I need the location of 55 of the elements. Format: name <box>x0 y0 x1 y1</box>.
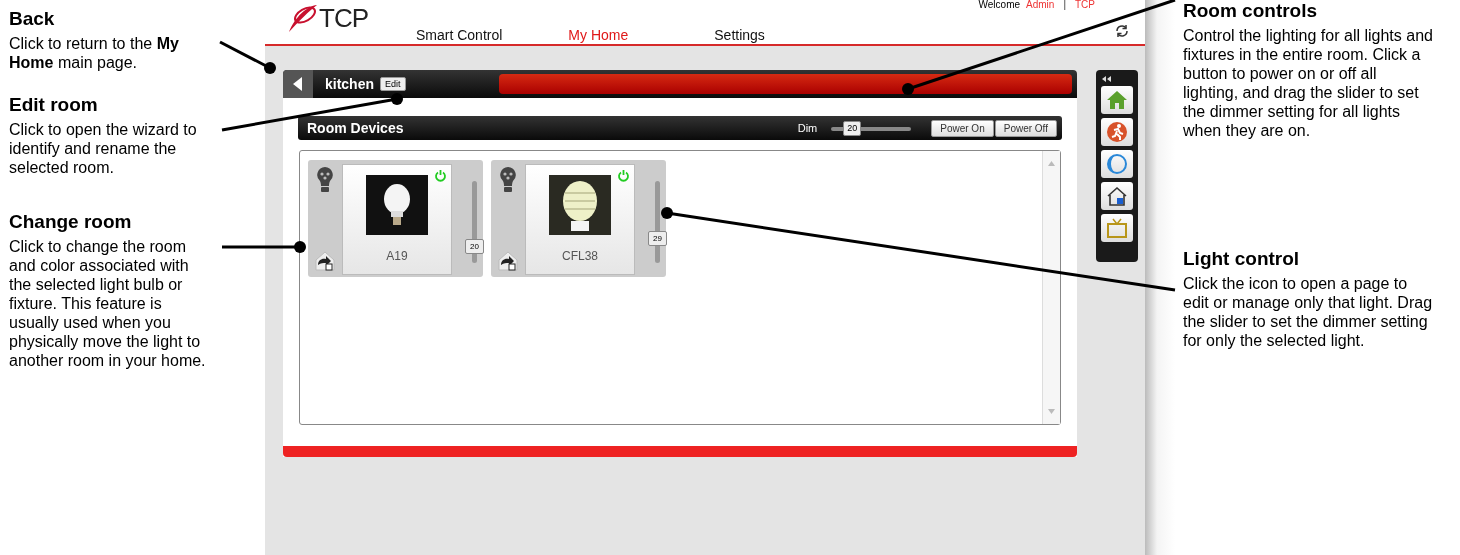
light-tile[interactable]: A19 <box>342 164 452 275</box>
dim-label: Dim <box>797 122 818 134</box>
running-person-icon <box>1105 121 1129 143</box>
dimmer-slider[interactable]: 29 <box>648 174 666 270</box>
light-tile[interactable]: CFL38 <box>525 164 635 275</box>
power-button[interactable]: Power Off <box>994 119 1057 137</box>
half-circle-icon <box>1105 153 1129 175</box>
logo-text: TCP <box>319 2 368 34</box>
user-link[interactable]: Admin <box>1026 0 1055 10</box>
note-title: Edit room <box>9 94 99 116</box>
power-button[interactable]: Power On <box>931 119 994 137</box>
leader-line <box>219 40 276 74</box>
scrollbar[interactable] <box>1042 151 1060 424</box>
nav-tab[interactable]: My Home <box>568 25 629 44</box>
note-text: Click the icon to open a page to edit or manage only that light. Drag the slider to set the dimmer setting for only the selected light. <box>1183 274 1434 350</box>
nav-tab[interactable]: Smart Control <box>416 25 503 44</box>
house-icon <box>1105 185 1129 207</box>
scroll-down-icon <box>1048 409 1055 414</box>
slider-thumb[interactable]: 20 <box>843 120 862 136</box>
sidebar-button[interactable] <box>1101 182 1133 210</box>
room-control-bar[interactable] <box>498 74 1072 94</box>
scroll-up-icon <box>1048 161 1055 166</box>
note-text: Click to open the wizard to identify and rename the selected room. <box>9 120 198 177</box>
dimmer-slider[interactable]: 20 <box>465 174 483 270</box>
note-title: Back <box>9 8 56 30</box>
note-title: Change room <box>9 211 133 233</box>
nav-tab[interactable]: Settings <box>714 25 765 44</box>
section-title: Room Devices <box>307 120 404 136</box>
slider-thumb[interactable]: 20 <box>465 238 484 254</box>
back-button[interactable] <box>283 70 313 98</box>
change-room-icon[interactable] <box>497 251 520 271</box>
refresh-icon[interactable] <box>1115 24 1129 38</box>
welcome-text: Welcome <box>978 0 1021 10</box>
home-icon <box>1105 89 1129 111</box>
note-title: Room controls <box>1183 0 1319 22</box>
bulb-photo <box>549 175 612 235</box>
note-title: Light control <box>1183 248 1301 270</box>
note-text: Click to change the room and color associated with the selected light bulb or fixture. This feature is usually used when you physically move the light to another room in your home. <box>9 237 207 370</box>
device-name: A19 <box>386 249 408 263</box>
slider-thumb[interactable]: 29 <box>648 231 667 247</box>
collapse-icon <box>1102 76 1112 82</box>
device-name: CFL38 <box>562 249 599 263</box>
back-icon <box>293 77 303 91</box>
note-text: Click to return to the My Home main page. <box>9 34 180 72</box>
bulb-photo <box>366 175 429 235</box>
separator: | <box>1063 0 1066 10</box>
tv-icon <box>1105 217 1129 239</box>
bulb-icon[interactable] <box>499 166 518 194</box>
edit-button[interactable]: Edit <box>380 77 406 91</box>
room-name: kitchen <box>325 76 374 92</box>
change-room-icon[interactable] <box>314 251 337 271</box>
dim-slider[interactable]: 20 <box>829 120 914 136</box>
account-link[interactable]: TCP <box>1075 0 1095 10</box>
bulb-icon[interactable] <box>316 166 335 194</box>
note-text: Control the lighting for all lights and fixtures in the entire room. Click a button to power on or off all lighting, and drag the slider to set the dimmer setting for all lights when they are on. <box>1183 26 1434 140</box>
